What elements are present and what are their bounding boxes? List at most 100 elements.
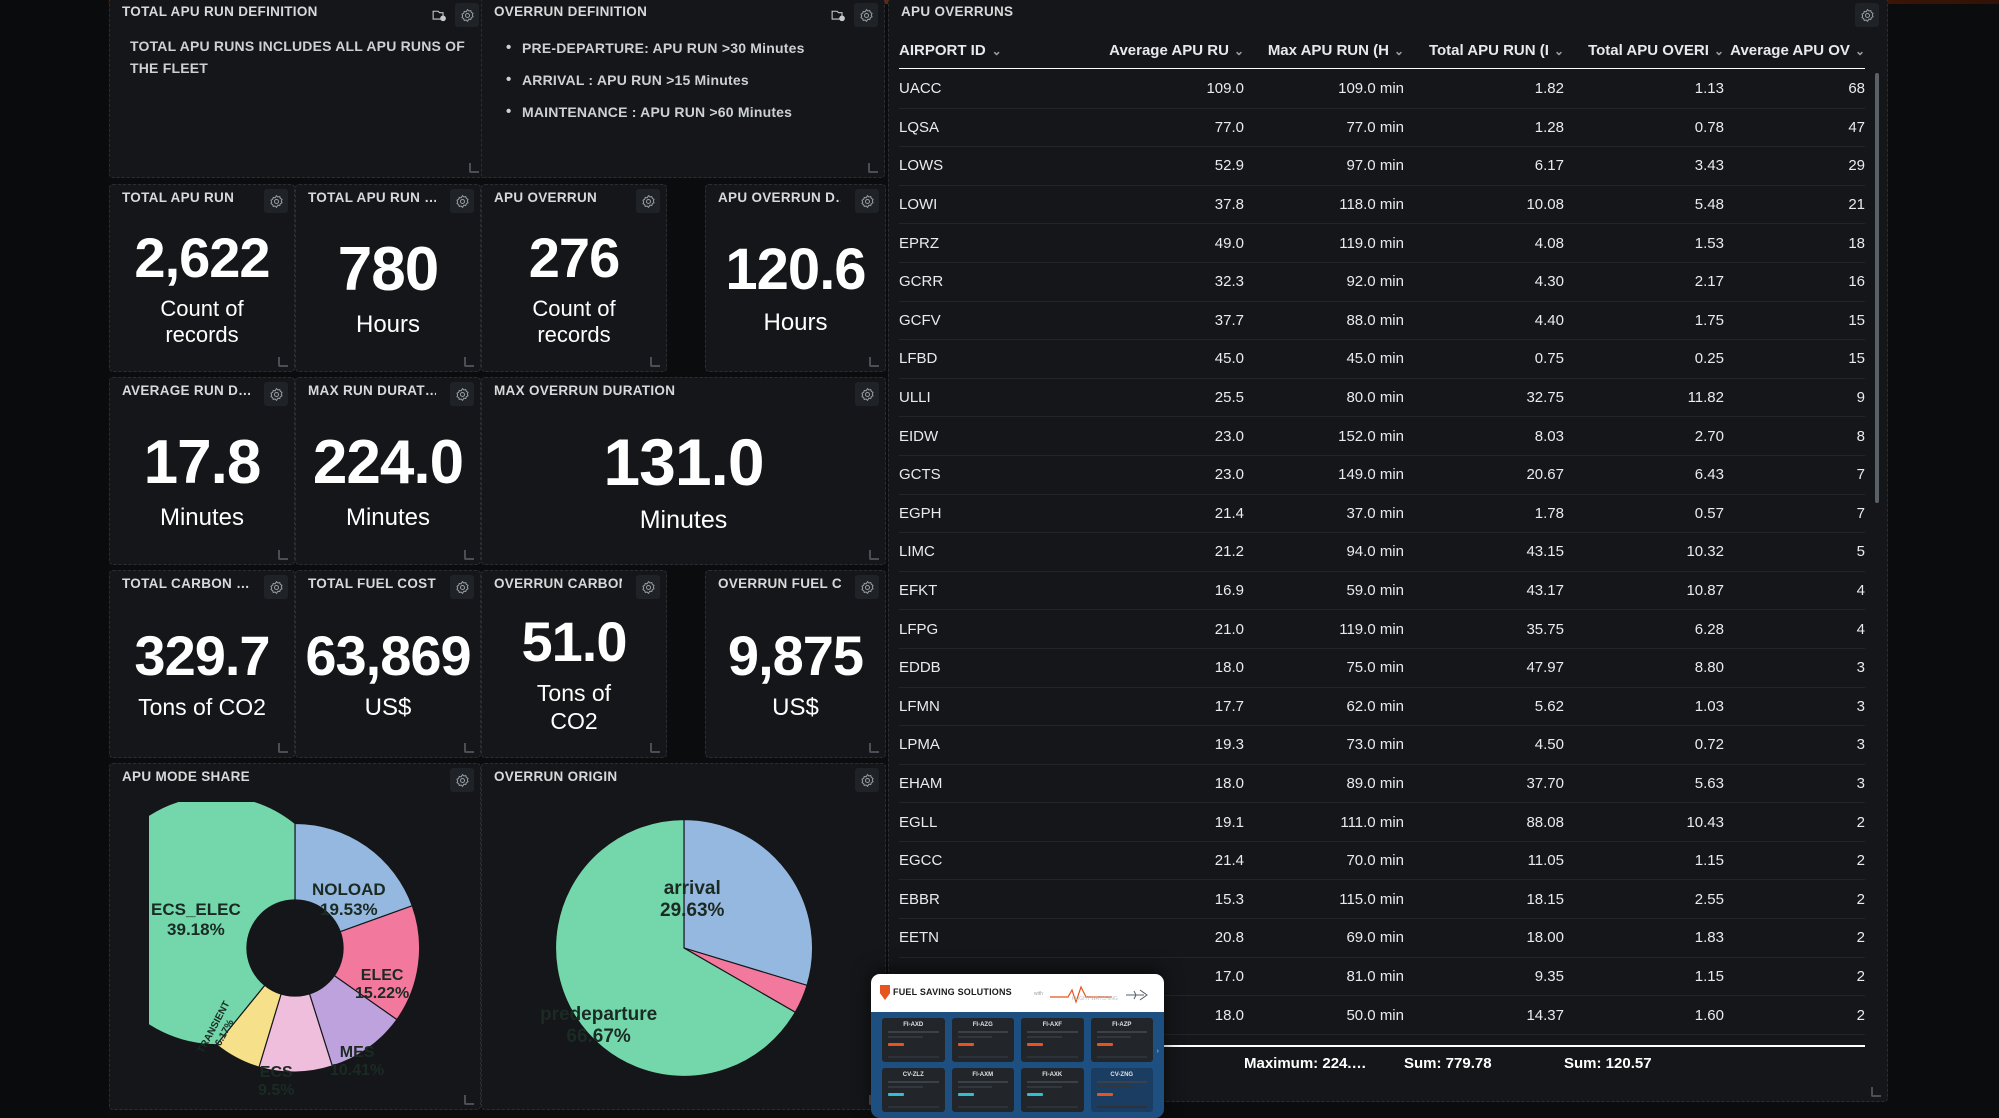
table-scrollbar[interactable] [1875, 73, 1879, 503]
gear-icon[interactable] [455, 3, 479, 27]
card-line [888, 1036, 923, 1038]
gear-icon[interactable] [855, 382, 879, 406]
donut-chart-apu-mode-share: NOLOAD 19.53% ELEC 15.22% MES 10.41% ECS… [110, 792, 480, 1103]
resize-handle[interactable] [650, 357, 660, 367]
cell-airport-id: LPMA [899, 736, 940, 754]
panel-library-icon[interactable] [427, 3, 451, 27]
resize-handle[interactable] [464, 743, 474, 753]
gear-icon[interactable] [854, 3, 878, 27]
column-header-max-apu-run[interactable]: Max APU RUN (H ⌄ [1244, 42, 1404, 59]
resize-handle[interactable] [868, 163, 878, 173]
panel-title: MAX OVERRUN DURATION [494, 383, 676, 398]
table-row[interactable]: EGCC 21.4 70.0 min 11.05 1.15 2 [899, 842, 1865, 881]
gear-icon[interactable] [855, 768, 879, 792]
table-row[interactable]: EGLL 19.1 111.0 min 88.08 10.43 2 [899, 803, 1865, 842]
resize-handle[interactable] [869, 550, 879, 560]
gear-icon[interactable] [450, 189, 474, 213]
table-row[interactable]: GCRR 32.3 92.0 min 4.30 2.17 16 [899, 263, 1865, 302]
gear-icon[interactable] [855, 575, 879, 599]
cell-total-apu-overrun: 0.25 [1694, 350, 1724, 368]
gear-icon[interactable] [264, 382, 288, 406]
resize-handle[interactable] [650, 743, 660, 753]
resize-handle[interactable] [464, 1095, 474, 1105]
resize-handle[interactable] [278, 743, 288, 753]
resize-handle[interactable] [278, 357, 288, 367]
overlay-pager[interactable]: › [1157, 1048, 1159, 1055]
table-row[interactable]: EETN 20.8 69.0 min 18.00 1.83 2 [899, 919, 1865, 958]
stat-panel-overrun-carbon-emissions: OVERRUN CARBON EM… 51.0 Tons of CO2 [481, 570, 667, 758]
panel-total-apu-run-definition: TOTAL APU RUN DEFINITION TOTAL APU RUNS … [109, 0, 486, 178]
chevron-down-icon: ⌄ [991, 43, 1002, 58]
table-row[interactable]: EGPH 21.4 37.0 min 1.78 0.57 7 [899, 495, 1865, 534]
panel-library-icon[interactable] [826, 3, 850, 27]
overlay-aircraft-card[interactable]: FI-AXF [1021, 1018, 1084, 1062]
gear-icon[interactable] [450, 575, 474, 599]
table-row[interactable]: LIMC 21.2 94.0 min 43.15 10.32 5 [899, 533, 1865, 572]
gear-icon[interactable] [636, 189, 660, 213]
gear-icon[interactable] [636, 575, 660, 599]
table-row[interactable]: ULLI 25.5 80.0 min 32.75 11.82 9 [899, 379, 1865, 418]
table-row[interactable]: GCTS 23.0 149.0 min 20.67 6.43 7 [899, 456, 1865, 495]
table-row[interactable]: LQSA 77.0 77.0 min 1.28 0.78 47 [899, 109, 1865, 148]
resize-handle[interactable] [1871, 1087, 1881, 1097]
table-row[interactable]: EHAM 18.0 89.0 min 37.70 5.63 3 [899, 765, 1865, 804]
column-header-average-apu-run[interactable]: Average APU RU ⌄ [1074, 42, 1244, 59]
cell-total-apu-overrun: 1.53 [1694, 234, 1724, 252]
table-row[interactable]: LOWI 37.8 118.0 min 10.08 5.48 21 [899, 186, 1865, 225]
overlay-aircraft-card[interactable]: CV-ZNG [1090, 1068, 1153, 1112]
card-line [957, 1086, 992, 1088]
stat-content: 9,875 US$ [706, 601, 885, 749]
resize-handle[interactable] [869, 743, 879, 753]
column-header-airport-id[interactable]: AIRPORT ID ⌄ [899, 42, 1074, 59]
stat-value: 51.0 [521, 610, 628, 674]
table-row[interactable]: EBBR 15.3 115.0 min 18.15 2.55 2 [899, 880, 1865, 920]
cell-total-apu-run: 5.62 [1534, 697, 1564, 715]
resize-handle[interactable] [278, 550, 288, 560]
resize-handle[interactable] [869, 357, 879, 367]
table-row[interactable]: LPMA 19.3 73.0 min 4.50 0.72 3 [899, 726, 1865, 765]
cell-average-apu-run: 45.0 [1214, 350, 1244, 368]
overlay-aircraft-card[interactable]: FI-AXD [882, 1018, 945, 1062]
overlay-aircraft-card[interactable]: FI-AZP [1090, 1018, 1153, 1062]
resize-handle[interactable] [469, 163, 479, 173]
card-accent [1027, 1093, 1043, 1096]
gear-icon[interactable] [264, 189, 288, 213]
cell-total-apu-run: 35.75 [1526, 620, 1564, 638]
table-row[interactable]: EFKT 16.9 59.0 min 43.17 10.87 4 [899, 572, 1865, 611]
gear-icon[interactable] [1855, 3, 1879, 27]
cell-total-apu-overrun: 10.32 [1686, 543, 1724, 561]
column-header-total-apu-overrun[interactable]: Total APU OVERI ⌄ [1564, 42, 1724, 59]
table-row[interactable]: LFPG 21.0 119.0 min 35.75 6.28 4 [899, 610, 1865, 649]
overlay-popup-fuel-saving-solutions[interactable]: FUEL SAVING SOLUTIONS with FLIGHT WATCHI… [871, 974, 1164, 1118]
table-row[interactable]: EPRZ 49.0 119.0 min 4.08 1.53 18 [899, 224, 1865, 263]
overlay-aircraft-grid[interactable]: FI-AXD FI-AZG FI-AXF FI-AZP CV-ZLZ FI-AXM FI-A… [882, 1018, 1153, 1118]
gear-icon[interactable] [264, 575, 288, 599]
resize-handle[interactable] [464, 357, 474, 367]
column-header-total-apu-run[interactable]: Total APU RUN (I ⌄ [1404, 42, 1564, 59]
gear-icon[interactable] [855, 189, 879, 213]
table-row[interactable]: LFBD 45.0 45.0 min 0.75 0.25 15 [899, 340, 1865, 379]
stat-value: 2,622 [134, 225, 270, 289]
table-body[interactable]: UACC 109.0 109.0 min 1.82 1.13 68 LQSA 77.0 77.0… [899, 70, 1865, 1041]
overlay-aircraft-card[interactable]: CV-ZLZ [882, 1068, 945, 1112]
overlay-aircraft-card[interactable]: FI-AXK [1021, 1068, 1084, 1112]
cell-total-apu-overrun: 11.82 [1687, 389, 1724, 407]
table-row[interactable]: UACC 109.0 109.0 min 1.82 1.13 68 [899, 70, 1865, 109]
table-row[interactable]: EDDB 18.0 75.0 min 47.97 8.80 3 [899, 649, 1865, 688]
card-line [1096, 1086, 1131, 1088]
cell-airport-id: LOWS [899, 157, 944, 175]
table-row[interactable]: GCFV 37.7 88.0 min 4.40 1.75 15 [899, 302, 1865, 341]
cell-airport-id: LFMN [899, 697, 940, 715]
logo-icon [880, 985, 890, 1000]
stat-panel-overrun-fuel-cost: OVERRUN FUEL C… 9,875 US$ [705, 570, 886, 758]
gear-icon[interactable] [450, 382, 474, 406]
column-header-average-apu-overrun[interactable]: Average APU OV ⌄ [1724, 42, 1865, 59]
cell-average-apu-overrun: 16 [1848, 273, 1865, 291]
gear-icon[interactable] [450, 768, 474, 792]
overlay-aircraft-card[interactable]: FI-AZG [951, 1018, 1014, 1062]
resize-handle[interactable] [464, 550, 474, 560]
overlay-aircraft-card[interactable]: FI-AXM [951, 1068, 1014, 1112]
table-row[interactable]: EIDW 23.0 152.0 min 8.03 2.70 8 [899, 417, 1865, 456]
table-row[interactable]: LOWS 52.9 97.0 min 6.17 3.43 29 [899, 147, 1865, 186]
table-row[interactable]: LFMN 17.7 62.0 min 5.62 1.03 3 [899, 688, 1865, 727]
